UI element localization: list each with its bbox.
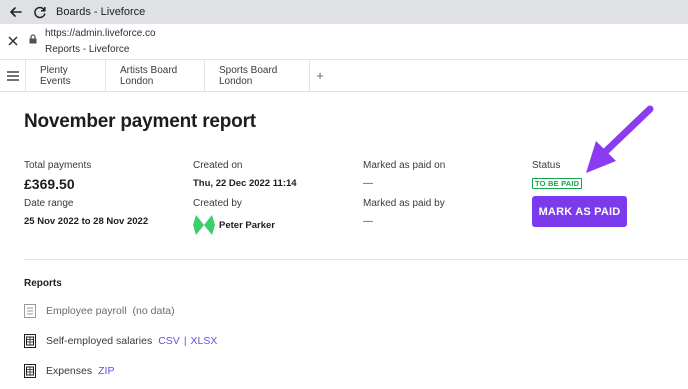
marked-paid-by-value: — <box>363 216 373 227</box>
report-item-name: Expenses <box>46 365 93 377</box>
link-separator: | <box>183 335 187 347</box>
report-item-note: (no data) <box>132 305 175 317</box>
created-by-value: Peter Parker <box>219 220 275 231</box>
report-item-name: Employee payroll <box>46 305 127 317</box>
add-tab-button[interactable]: + <box>310 60 330 91</box>
document-icon <box>24 364 36 378</box>
avatar <box>192 213 216 237</box>
report-item-employee-payroll: Employee payroll (no data) <box>24 303 175 319</box>
xlsx-download-link[interactable]: XLSX <box>191 335 218 347</box>
status-label: Status <box>532 160 561 171</box>
section-divider <box>24 259 688 260</box>
report-item-expenses: Expenses ZIP <box>24 363 114 379</box>
browser-topbar: Boards - Liveforce <box>0 0 688 24</box>
lock-icon <box>28 31 38 44</box>
report-item-self-employed-salaries: Self-employed salaries CSV | XLSX <box>24 333 217 349</box>
tab-plenty-events[interactable]: Plenty Events <box>26 60 106 91</box>
date-range-label: Date range <box>24 198 74 209</box>
reload-icon[interactable] <box>32 4 48 20</box>
document-icon <box>24 304 36 318</box>
total-payments-label: Total payments <box>24 160 92 171</box>
tab-sports-board-london[interactable]: Sports Board London <box>205 60 310 91</box>
url-bar: https://admin.liveforce.co Reports - Liv… <box>0 24 688 60</box>
date-range-value: 25 Nov 2022 to 28 Nov 2022 <box>24 216 149 227</box>
reports-heading: Reports <box>24 278 62 289</box>
status-badge: TO BE PAID <box>532 178 583 189</box>
window-title: Boards - Liveforce <box>56 6 146 18</box>
page-title: November payment report <box>24 111 256 132</box>
tab-artists-board-london[interactable]: Artists Board London <box>106 60 205 91</box>
url-text[interactable]: https://admin.liveforce.co <box>45 28 156 39</box>
hamburger-menu-icon[interactable] <box>0 60 26 91</box>
board-tabs: Plenty Events Artists Board London Sport… <box>0 60 688 92</box>
document-icon <box>24 334 36 348</box>
back-arrow-icon[interactable] <box>8 4 24 20</box>
created-on-value: Thu, 22 Dec 2022 11:14 <box>193 178 297 189</box>
mark-as-paid-button[interactable]: MARK AS PAID <box>532 196 627 227</box>
marked-paid-on-value: — <box>363 178 373 189</box>
created-by-label: Created by <box>193 198 242 209</box>
report-item-name: Self-employed salaries <box>46 335 153 347</box>
zip-download-link[interactable]: ZIP <box>98 365 114 377</box>
close-icon[interactable] <box>6 34 20 48</box>
marked-paid-on-label: Marked as paid on <box>363 160 446 171</box>
total-payments-value: £369.50 <box>24 176 75 192</box>
page-subtitle: Reports - Liveforce <box>45 44 130 55</box>
created-on-label: Created on <box>193 160 243 171</box>
annotation-arrow <box>586 105 654 173</box>
csv-download-link[interactable]: CSV <box>158 335 180 347</box>
marked-paid-by-label: Marked as paid by <box>363 198 445 209</box>
